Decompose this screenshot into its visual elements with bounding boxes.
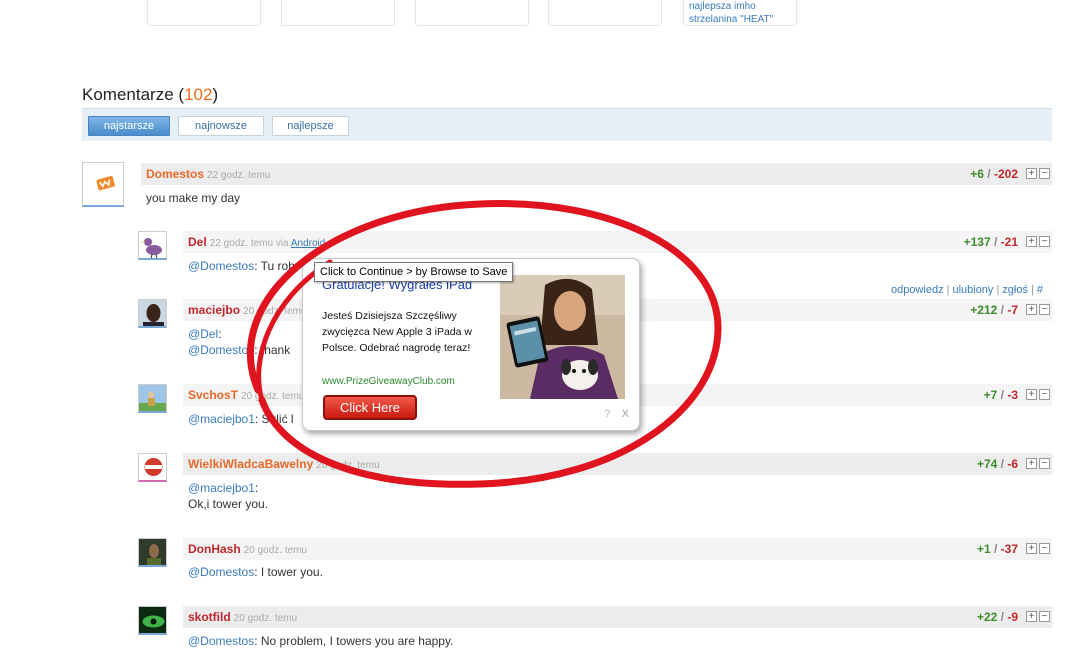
permalink-link[interactable]: #	[1037, 284, 1043, 296]
comment-votes: +137 / -21	[963, 235, 1018, 249]
vote-down-button[interactable]: −	[1039, 304, 1050, 315]
comment-votes: +22 / -9	[976, 610, 1018, 624]
person-photo-icon	[139, 539, 166, 565]
comment-header: WielkiWladcaBawelny 20 godz. temu +74 / -…	[183, 453, 1052, 475]
popup-tooltip: Click to Continue > by Browse to Save	[314, 262, 514, 282]
mention-link[interactable]: @Domestos	[188, 634, 254, 648]
sort-newest-button[interactable]: najnowsze	[178, 116, 264, 136]
mention-link[interactable]: @maciejbo1	[188, 412, 255, 426]
comment-time: 20 godz. temu	[241, 391, 305, 402]
comment-author[interactable]: maciejbo 20 godz. temu	[188, 303, 306, 317]
comment-author[interactable]: Del 22 godz. temu via Android	[188, 235, 325, 249]
reply-link[interactable]: odpowiedz	[891, 284, 944, 296]
comment-time: 20 godz. temu	[243, 545, 308, 556]
comment-body: @maciejbo1: Sulić l	[188, 412, 294, 426]
comment-time: 20 godz. temu	[233, 613, 298, 624]
related-card-3[interactable]	[415, 0, 529, 26]
comment-header: skotfild 20 godz. temu +22 / -9 + −	[183, 606, 1052, 628]
vote-down-button[interactable]: −	[1039, 168, 1050, 179]
comment-actions: odpowiedz | ulubiony | zgłoś | #	[891, 284, 1043, 296]
sort-bar: najstarsze najnowsze najlepsze	[82, 108, 1052, 141]
avatar[interactable]	[138, 299, 167, 328]
vote-down-button[interactable]: −	[1039, 458, 1050, 469]
avatar[interactable]	[138, 384, 167, 413]
comment-votes: +7 / -3	[983, 388, 1018, 402]
comment-body: @Domestos: No problem, I towers you are …	[188, 634, 454, 648]
avatar[interactable]	[138, 606, 167, 635]
comment-author[interactable]: WielkiWladcaBawelny 20 godz. temu	[188, 457, 380, 471]
comment-body: @maciejbo1: Ok,i tower you.	[188, 481, 269, 511]
vote-down-button[interactable]: −	[1039, 389, 1050, 400]
related-card-1[interactable]	[147, 0, 261, 26]
ad-url[interactable]: www.PrizeGiveawayClub.com	[322, 376, 455, 387]
related-card-2[interactable]	[281, 0, 395, 26]
bird-icon	[139, 232, 166, 258]
avatar[interactable]	[138, 453, 167, 482]
ad-close-icon[interactable]: X	[622, 408, 629, 420]
vote-up-button[interactable]: +	[1026, 611, 1037, 622]
comment-votes: +1 / -37	[976, 542, 1018, 556]
related-card-text[interactable]: najlepsza imho strzelanina "HEAT"	[689, 0, 773, 26]
comment-author[interactable]: SvchosT 20 godz. temu	[188, 388, 304, 402]
green-eye-icon	[139, 607, 166, 633]
report-link[interactable]: zgłoś	[1002, 284, 1028, 296]
comment-time: 20 godz. temu	[316, 460, 380, 471]
avatar[interactable]	[138, 538, 167, 567]
avatar[interactable]	[138, 231, 167, 260]
comment-time: 22 godz. temu	[207, 170, 271, 181]
ad-photo[interactable]	[500, 275, 625, 399]
vote-down-button[interactable]: −	[1039, 543, 1050, 554]
sort-oldest-button[interactable]: najstarsze	[88, 116, 170, 136]
mention-link[interactable]: @Del	[188, 327, 218, 341]
wykop-logo-icon	[83, 163, 123, 205]
ad-body-text: Jesteś Dzisiejsza Szczęśliwy zwycięzca N…	[322, 310, 472, 354]
comments-title: Komentarze	[82, 85, 174, 104]
comment-body: @Domestos: I tower you.	[188, 565, 323, 579]
related-card-5[interactable]: najlepsza imho strzelanina "HEAT"	[683, 0, 797, 26]
vote-down-button[interactable]: −	[1039, 236, 1050, 247]
favorite-link[interactable]: ulubiony	[952, 284, 993, 296]
popup-ad[interactable]: Gratulacje! Wygrałeś iPad Jesteś Dzisiej…	[302, 258, 640, 431]
comment-header: DonHash 20 godz. temu +1 / -37 + −	[183, 538, 1052, 560]
comment-votes: +74 / -6	[976, 457, 1018, 471]
comment-author[interactable]: skotfild 20 godz. temu	[188, 610, 297, 624]
comment-votes: +6 / -202	[970, 167, 1018, 181]
comment-votes: +212 / -7	[970, 303, 1018, 317]
comment-body: you make my day	[146, 191, 241, 205]
brand-logo-icon	[139, 454, 166, 480]
comment-body: @Domestos: Tu rob	[188, 259, 295, 273]
woman-ipad-photo-icon	[500, 275, 625, 399]
vote-up-button[interactable]: +	[1026, 236, 1037, 247]
click-here-button[interactable]: Click Here	[323, 395, 417, 420]
comment-time: 20 godz. temu	[243, 306, 307, 317]
via-android-link[interactable]: Android	[291, 238, 325, 249]
comment-body: @Del: @Domestos: thank	[188, 327, 291, 357]
vote-up-button[interactable]: +	[1026, 304, 1037, 315]
related-card-4[interactable]	[548, 0, 662, 26]
comment-header: Del 22 godz. temu via Android +137 / -21 …	[183, 231, 1052, 253]
vote-up-button[interactable]: +	[1026, 168, 1037, 179]
vote-down-button[interactable]: −	[1039, 611, 1050, 622]
comment-author[interactable]: DonHash 20 godz. temu	[188, 542, 307, 556]
avatar[interactable]	[82, 162, 124, 207]
sports-photo-icon	[139, 385, 166, 411]
comments-count: (102)	[178, 85, 219, 104]
sort-best-button[interactable]: najlepsze	[272, 116, 349, 136]
comment-time: 22 godz. temu via Android	[209, 238, 326, 249]
mention-link[interactable]: @Domestos	[188, 565, 254, 579]
mention-link[interactable]: @maciejbo1	[188, 481, 255, 495]
ad-help-icon[interactable]: ?	[604, 408, 611, 420]
vote-up-button[interactable]: +	[1026, 543, 1037, 554]
vote-up-button[interactable]: +	[1026, 458, 1037, 469]
comments-heading: Komentarze (102)	[82, 85, 218, 105]
comment-header: Domestos 22 godz. temu +6 / -202 + −	[141, 163, 1052, 185]
vote-up-button[interactable]: +	[1026, 389, 1037, 400]
face-photo-icon	[139, 300, 166, 326]
mention-link[interactable]: @Domestos	[188, 259, 254, 273]
comment-author[interactable]: Domestos 22 godz. temu	[146, 167, 270, 181]
mention-link[interactable]: @Domestos	[188, 343, 254, 357]
